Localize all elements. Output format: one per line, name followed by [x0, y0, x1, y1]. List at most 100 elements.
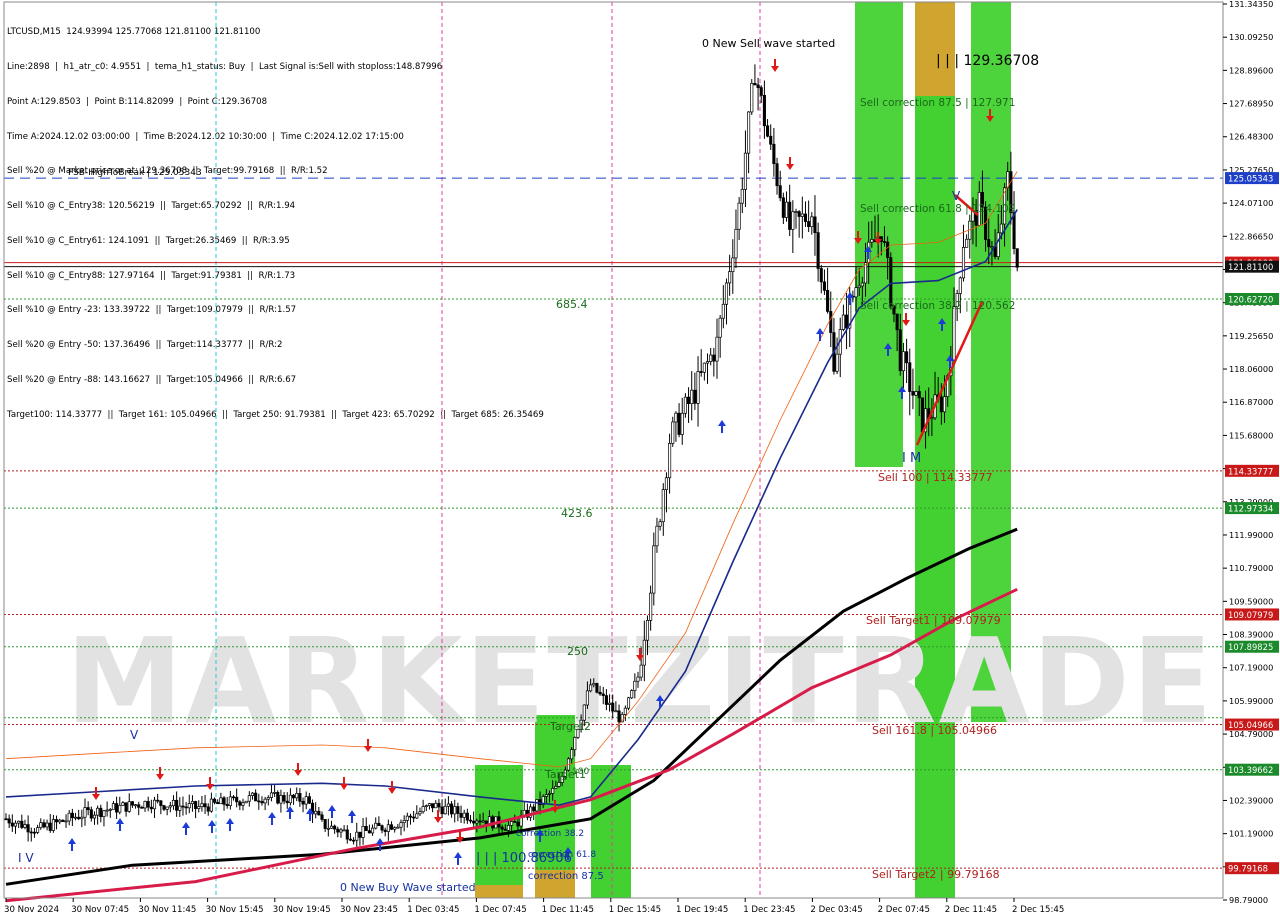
candle-body [914, 391, 918, 396]
x-tick-label: 1 Dec 15:45 [609, 905, 661, 915]
price-tag-label: 120.62720 [1228, 295, 1273, 305]
candle-body [17, 820, 21, 824]
sell-arrow-icon [92, 787, 100, 800]
x-tick-label: 1 Dec 23:45 [743, 905, 795, 915]
candle-body [709, 354, 713, 362]
candle-body [134, 804, 138, 807]
candle-body [361, 826, 365, 838]
candle-body [841, 314, 845, 330]
candle-body [532, 806, 536, 812]
candle-body [623, 707, 627, 715]
price-tag-label: 99.79168 [1228, 864, 1268, 874]
candle-body [731, 257, 735, 273]
candle-body [42, 822, 46, 828]
candle-body [829, 311, 833, 333]
candle-body [655, 525, 659, 547]
axes-layer: 131.34350 130.09250 128.89600 127.68950 126.… [3, 0, 1279, 915]
chart-annotation: V [130, 728, 139, 742]
watermark-layer: MARKETZITRADE [66, 612, 1215, 750]
candle-body [80, 816, 84, 820]
candle-body [645, 620, 650, 641]
candle-body [70, 812, 74, 819]
plot-frame [3, 1, 1224, 899]
candle-body [260, 801, 264, 804]
level-label: FSB-HighToBreak | 125.05343 [68, 168, 202, 178]
candle-body [45, 822, 49, 828]
y-tick-label: 115.68000 [1229, 430, 1273, 440]
y-tick-label: 116.87000 [1229, 397, 1273, 407]
candle-body [326, 827, 330, 830]
candle-body [886, 241, 890, 258]
candle-body [408, 815, 413, 818]
candle-body [304, 796, 308, 805]
candle-body [626, 697, 631, 709]
candle-body [345, 829, 349, 840]
candle-body [7, 818, 11, 824]
candle-body [999, 223, 1003, 234]
candle-body [77, 816, 81, 820]
chart-annotation: 100 [572, 767, 589, 777]
x-tick-label: 2 Dec 03:45 [810, 905, 862, 915]
candle-body [649, 592, 653, 621]
x-tick-label: 30 Nov 19:45 [273, 905, 331, 915]
candle-body [642, 639, 646, 666]
chart-annotation: Sell correction 87.5 | 127.971 [860, 97, 1015, 109]
candle-body [551, 788, 555, 794]
candle-body [680, 412, 684, 435]
candle-body [772, 143, 776, 165]
buy-arrow-icon [718, 420, 726, 433]
price-chart[interactable]: MARKETZITRADE FSB-HighToBreak | 125.0534… [0, 0, 1280, 920]
candle-body [96, 807, 100, 816]
candle-body [92, 814, 97, 819]
candle-body [393, 827, 397, 830]
candle-body [453, 806, 457, 815]
candle-body [171, 799, 176, 807]
x-tick-label: 30 Nov 07:45 [71, 905, 129, 915]
y-tick-label: 128.89600 [1229, 65, 1273, 75]
candle-body [503, 828, 507, 831]
candle-body [105, 809, 109, 812]
y-tick-label: 104.79000 [1229, 729, 1273, 739]
candle-body [427, 803, 431, 806]
candle-body [917, 391, 921, 399]
candle-body [130, 801, 134, 806]
candle-body [674, 412, 678, 423]
candle-body [446, 803, 450, 807]
candle-body [696, 371, 700, 404]
candle-body [282, 795, 286, 802]
candle-body [908, 362, 912, 392]
candle-body [747, 111, 751, 154]
candle-body [168, 805, 172, 808]
candle-body [314, 810, 318, 815]
price-tag-label: 121.81100 [1228, 262, 1273, 272]
candle-body [589, 684, 593, 692]
candle-body [23, 824, 27, 828]
candle-body [51, 819, 55, 831]
candle-body [190, 801, 194, 804]
candle-body [29, 831, 33, 834]
candle-body [554, 786, 558, 789]
candle-body [794, 211, 798, 213]
candle-body [342, 829, 346, 832]
watermark: MARKETZITRADE [66, 612, 1215, 750]
y-tick-label: 107.19000 [1229, 663, 1273, 673]
candle-body [784, 201, 789, 218]
y-tick-label: 130.09250 [1229, 32, 1273, 42]
candle-body [380, 825, 384, 831]
chart-annotation: 0 New Buy Wave started [340, 881, 476, 894]
candle-body [4, 818, 8, 821]
candle-body [636, 676, 640, 682]
candle-body [456, 806, 460, 814]
candle-body [630, 690, 634, 699]
candle-body [352, 839, 356, 842]
candle-body [766, 125, 770, 137]
candle-body [901, 351, 905, 372]
candle-body [348, 838, 352, 841]
candle-body [257, 800, 261, 803]
candle-body [595, 683, 599, 693]
candle-body [121, 802, 125, 806]
candle-body [213, 798, 217, 803]
candle-body [617, 710, 621, 723]
x-tick-label: 30 Nov 11:45 [138, 905, 196, 915]
candle-body [358, 831, 362, 838]
